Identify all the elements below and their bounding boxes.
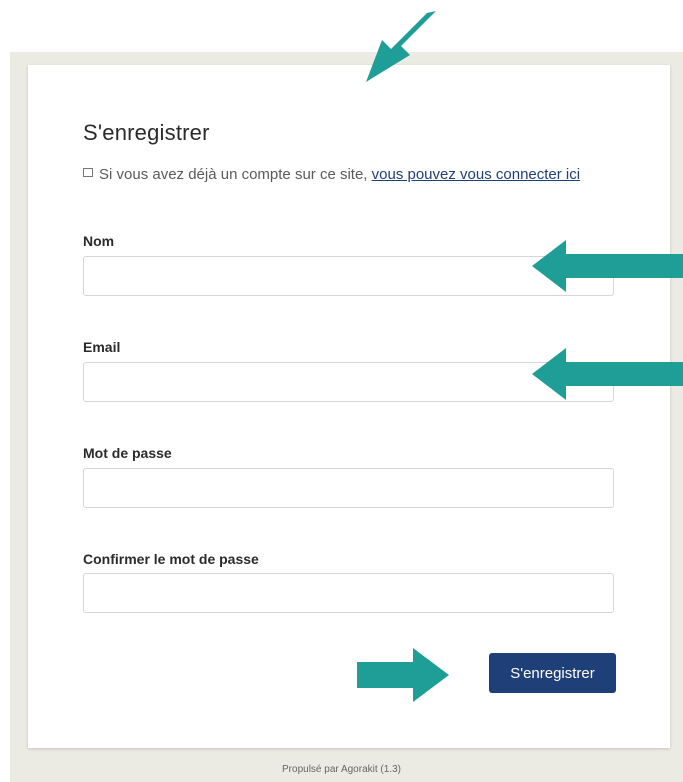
login-hint-text: Si vous avez déjà un compte sur ce site, xyxy=(99,166,372,183)
email-label: Email xyxy=(83,339,121,355)
login-link[interactable]: vous pouvez vous connecter ici xyxy=(372,166,580,183)
arrow-icon xyxy=(366,11,436,82)
arrow-icon xyxy=(532,348,683,400)
confirm-password-label: Confirmer le mot de passe xyxy=(83,551,259,567)
register-button[interactable]: S'enregistrer xyxy=(489,653,616,693)
password-field[interactable] xyxy=(83,468,614,508)
name-label: Nom xyxy=(83,233,115,249)
arrow-icon xyxy=(357,648,449,702)
footer-credit: Propulsé par Agorakit (1.3) xyxy=(282,764,401,775)
arrow-icon xyxy=(532,240,683,292)
page-title: S'enregistrer xyxy=(83,120,210,145)
login-hint: Si vous avez déjà un compte sur ce site,… xyxy=(83,163,623,186)
password-label: Mot de passe xyxy=(83,445,172,461)
info-icon xyxy=(83,168,93,177)
confirm-password-field[interactable] xyxy=(83,573,614,613)
